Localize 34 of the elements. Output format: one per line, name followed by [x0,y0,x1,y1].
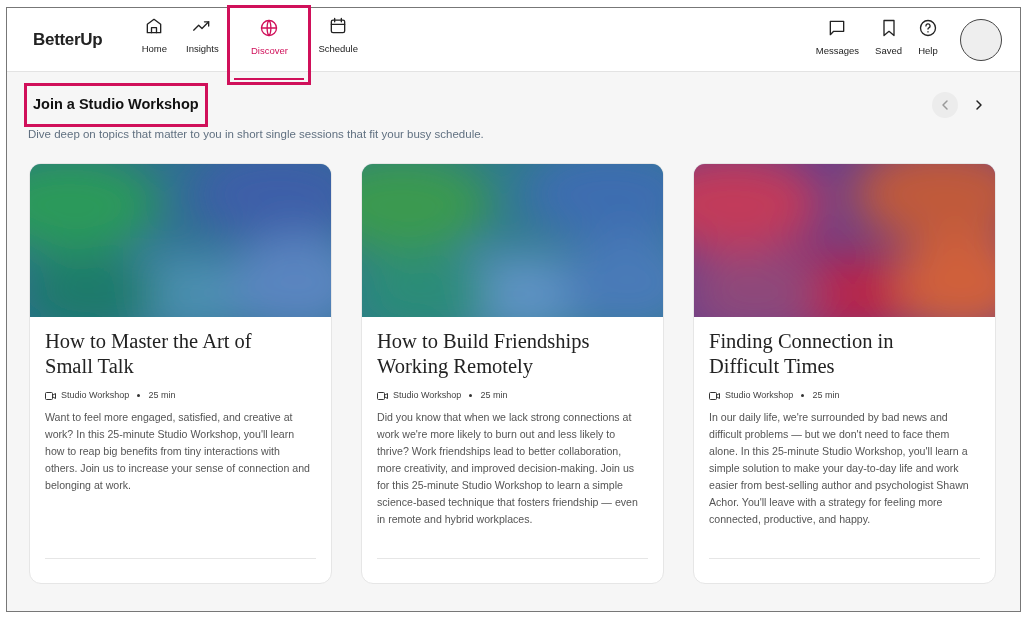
nav-tab[interactable]: Schedule [312,8,364,71]
video-icon [377,391,388,400]
duration: 25 min [480,389,508,402]
separator-dot [137,394,141,398]
workshop-type: Studio Workshop [725,389,794,402]
workshop-card[interactable] [361,163,664,584]
globe-icon [259,18,280,38]
brand-logo[interactable]: BetterUp [33,26,103,53]
help-icon [918,18,938,38]
card-description: In our daily life, we're surrounded by bad news and difficult problems — but we don't need to face them alone. In this 25-minute Studio Workshop, you'll learn a simple solution to make your day-to-day life and work easier from best-selling author and psychologist Shawn Achor. You'll leave with a strategy for feeling more connected, productive, and happy. [709,409,970,527]
duration: 25 min [148,389,176,402]
nav-action[interactable]: Help [910,8,946,71]
workshop-type: Studio Workshop [61,389,130,402]
nav-action[interactable]: Messages [807,8,868,71]
section-title: Join a Studio Workshop [27,86,205,124]
nav-tab[interactable]: Insights [178,8,227,71]
duration: 25 min [812,389,840,402]
workshop-type: Studio Workshop [393,389,462,402]
card-description: Did you know that when we lack strong connections at work we're more likely to burn out and less likely to thrive? Work friendships lead to better collaboration, more creativity, and improved decision-making. Join us for this 25-minute Studio Workshop to learn a simple science-based technique that fosters friendship — even in remote and hybrid workplaces. [377,409,639,527]
card-title: Finding Connection in Difficult Times [709,329,895,379]
workshop-card[interactable] [29,163,332,584]
card-description: Want to feel more engaged, satisfied, and creative at work? In this 25-minute Studio Workshop, you'll learn how to reap big benefits from tiny interactions with others. Join us to increase your sense of connection and belonging at work. [45,409,311,493]
nav-tab[interactable]: Discover [230,8,309,82]
video-icon [45,391,56,400]
video-icon [709,391,720,400]
nav-tab[interactable]: Home [130,8,179,71]
separator-dot [801,394,805,398]
card-title: How to Master the Art of Small Talk [45,329,253,379]
workshop-card[interactable] [693,163,996,584]
nav-action[interactable]: Saved [867,8,910,71]
card-title: How to Build Friendships Working Remotely [377,329,591,379]
avatar[interactable] [960,18,1002,61]
separator-dot [469,394,473,398]
section-subtitle: Dive deep on topics that matter to you in short single sessions that fit your busy schedule. [28,126,485,142]
